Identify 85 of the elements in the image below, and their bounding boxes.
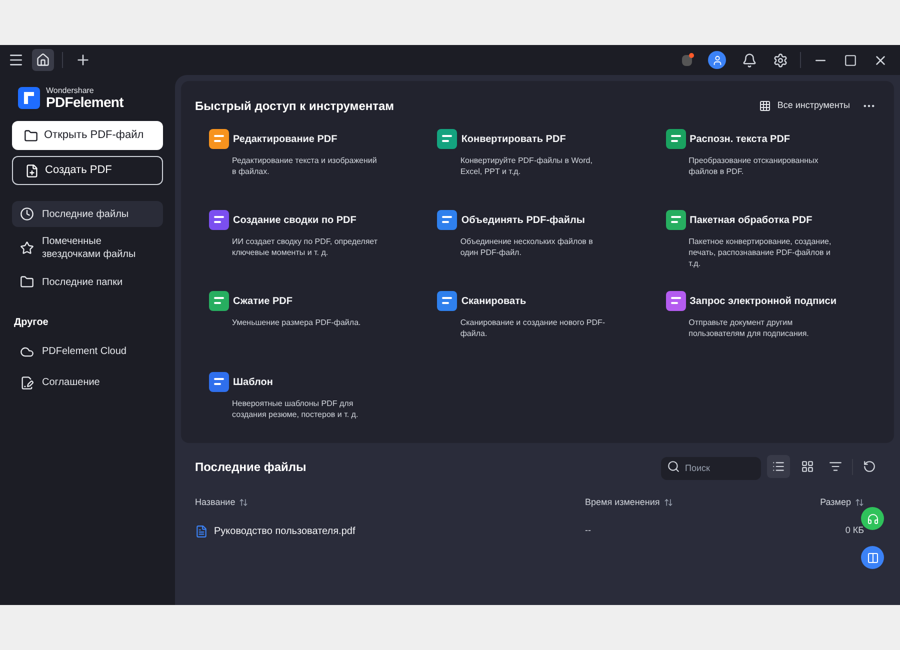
logo-icon [18,87,40,109]
pdf-file-icon [195,524,208,538]
table-cell[interactable]: Руководство пользователя.pdf [214,524,356,538]
sidebar-item[interactable]: PDFelement Cloud [12,338,163,365]
section-title: Быстрый доступ к инструментам [195,98,394,115]
table-cell-text: -- [585,524,592,538]
column-header[interactable]: Название [195,496,585,510]
tool-title: Редактирование PDF [233,132,338,146]
sidebar-item[interactable]: Помеченные звездочками файлы [12,229,163,267]
sort-icon [664,498,673,508]
sidebar-item-label: Последние папки [42,276,123,288]
sidebar-item-label: Соглашение [42,376,100,390]
refresh-icon[interactable] [863,460,876,473]
tool-title: Запрос электронной подписи [690,294,836,308]
tool-description: Отправьте документ другим пользователям для подписания. [688,317,810,339]
tool-title: Распозн. текста PDF [690,132,790,146]
tool-tile[interactable]: Объединять PDF-файлы Объединение нескольких файлов в один PDF-файл. [437,210,652,291]
star-icon [20,241,34,255]
tool-title: Шаблон [233,376,273,390]
folder-icon [20,275,34,289]
tool-title: Объединять PDF-файлы [461,214,585,228]
tool-description: Сканирование и создание нового PDF-файла. [460,317,606,339]
open-file-button[interactable]: Открыть PDF-файл [12,121,163,150]
brand-name: PDFelement [46,95,124,109]
sidebar-item[interactable]: Соглашение [12,369,163,396]
section-title: Другое [14,316,50,330]
new-tab-icon[interactable] [75,52,91,68]
tool-description: Редактирование текста и изображений в файлах. [232,155,378,177]
table-cell-text: 0 КБ [844,524,864,538]
sidebar-item-label: Последние файлы [42,208,129,220]
grid-view-icon [801,460,814,473]
tool-description: Пакетное конвертирование, создание, печать, распознавание PDF-файлов и т.д. [688,236,832,269]
settings-icon[interactable] [773,52,788,68]
brand-vendor: Wondershare [46,87,95,95]
search-field[interactable]: Поиск [661,456,761,480]
tool-title: Сжатие PDF [233,294,293,308]
tool-tile[interactable]: Редактирование PDF Редактирование текста и изображений в файлах. [209,129,424,210]
tool-tile[interactable]: Сканировать Сканирование и создание нового PDF-файла. [437,291,652,372]
sidebar-item-label: Помеченные звездочками файлы [42,235,137,261]
tool-description: Уменьшение размера PDF-файла. [232,317,362,328]
column-header[interactable]: Размер [784,496,864,510]
tool-tile[interactable]: Конвертировать PDF Конвертируйте PDF-файлы в Word, Excel, PPT и т.д. [437,129,652,210]
create-pdf-button[interactable]: Создать PDF [12,156,163,185]
all-tools-button[interactable]: Все инструменты [759,99,850,113]
tool-title: Пакетная обработка PDF [690,214,812,228]
search-icon [667,460,680,473]
section-title: Последние файлы [195,458,306,476]
tool-tile[interactable]: Запрос электронной подписи Отправьте документ другим пользователям для подписания. [666,291,880,372]
menu-icon[interactable] [8,52,24,68]
sort-icon [855,498,864,508]
tool-title: Конвертировать PDF [461,132,566,146]
file-plus-icon [25,164,39,178]
tool-title: Создание сводки по PDF [233,214,356,228]
tool-tile[interactable]: Создание сводки по PDF ИИ создает сводку по PDF, определяет ключевые моменты и т. д. [209,210,424,291]
sidebar-item-label: PDFelement Cloud [42,345,126,359]
headset-icon [866,512,878,524]
list-view-button[interactable] [767,455,790,478]
filter-icon[interactable] [829,460,842,473]
folder-icon [24,128,38,142]
home-tab[interactable] [32,49,54,71]
sidebar-item[interactable]: Последние папки [12,269,163,295]
bell-icon[interactable] [742,52,757,68]
sidebar-item[interactable]: Последние файлы [12,201,163,227]
column-header[interactable]: Время изменения [585,496,784,510]
signed-document-icon [20,376,34,390]
tool-description: Невероятные шаблоны PDF для создания резюме, постеров и т. д. [232,398,360,420]
tool-title: Сканировать [461,294,526,308]
tool-tile[interactable]: Шаблон Невероятные шаблоны PDF для создания резюме, постеров и т. д. [209,372,424,453]
avatar-icon[interactable] [708,51,726,69]
panel-icon [866,552,878,564]
tool-description: Объединение нескольких файлов в один PDF-файл. [460,236,594,258]
sort-icon [239,498,248,508]
grid-icon [759,100,772,112]
tool-description: Преобразование отсканированных файлов в PDF. [688,155,820,177]
tool-tile[interactable]: Распозн. текста PDF Преобразование отсканированных файлов в PDF. [666,129,880,210]
panel-toggle-button[interactable] [861,546,884,569]
tool-tile[interactable]: Сжатие PDF Уменьшение размера PDF-файла. [209,291,424,372]
home-icon [36,53,50,67]
list-view-icon [772,460,785,473]
maximize-icon[interactable] [844,54,857,66]
clock-icon [20,207,34,221]
cloud-icon [20,344,34,358]
tool-description: Конвертируйте PDF-файлы в Word, Excel, PPT и т.д. [460,155,594,177]
tool-tile[interactable]: Пакетная обработка PDF Пакетное конвертирование, создание, печать, распознавание PDF-файлов и т.д. [666,210,880,291]
tool-description: ИИ создает сводку по PDF, определяет ключевые моменты и т. д. [232,236,379,258]
